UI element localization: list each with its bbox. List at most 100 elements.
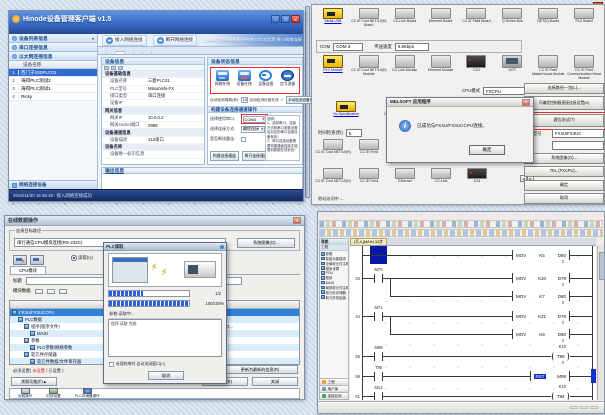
cancel-button[interactable]: 取消: [148, 371, 184, 380]
close-button[interactable]: ✕: [291, 15, 300, 23]
check-time-field[interactable]: 5: [346, 129, 362, 137]
monitor-icon[interactable]: [13, 255, 27, 265]
tel-fxcpu-button[interactable]: TEL (FXCPU)...: [524, 166, 604, 177]
hardware-interface-item[interactable]: C24: [459, 168, 495, 194]
hardware-interface-item[interactable]: CC-Link Board: [387, 8, 423, 38]
system-image-button[interactable]: 系统图像(G)...: [524, 153, 604, 164]
device-list-row[interactable]: 4Ricky: [9, 93, 97, 101]
ladder-symbol-toolbar[interactable]: [319, 229, 603, 237]
dialog-titlebar[interactable]: 在线数据操作 ✕: [5, 216, 304, 226]
hardware-interface-item[interactable]: NET(II) Board: [530, 8, 566, 38]
no-contact-symbol[interactable]: [374, 312, 383, 321]
maximize-button[interactable]: ❐: [281, 15, 290, 23]
hardware-interface-item[interactable]: Ethernet Module: [423, 55, 459, 85]
device-list-row[interactable]: 3海得PLC测试1: [9, 85, 97, 93]
related-function-item[interactable]: PLC存储器操作: [75, 388, 100, 399]
related-function-item[interactable]: 时钟设置: [46, 388, 60, 399]
dialog-titlebar[interactable]: PLC读取: [104, 243, 226, 251]
hardware-interface-item[interactable]: CC IE Field: [351, 168, 387, 194]
hardware-interface-item[interactable]: CC-Link Module: [387, 55, 423, 85]
device-tab[interactable]: [98, 52, 107, 54]
sidebar-section-ethernet[interactable]: 以太网连接信息: [9, 52, 97, 61]
radio-option[interactable]: 读取(U): [71, 255, 93, 261]
hardware-interface-item[interactable]: CC IE Cont NET/10(H) Board: [351, 8, 387, 38]
hardware-interface-item[interactable]: C24: [459, 55, 495, 85]
related-function-item[interactable]: 远程操作: [18, 388, 32, 399]
navigation-pane-button[interactable]: 工程: [320, 378, 348, 385]
cancel-button[interactable]: 取消: [524, 193, 604, 204]
titlebar[interactable]: Hinode设备管理客户端 v1.5 ─ ❐ ✕: [9, 11, 303, 26]
selection-button[interactable]: [47, 289, 55, 294]
plc-icon[interactable]: [30, 255, 44, 265]
no-contact-symbol[interactable]: [374, 274, 383, 283]
hardware-interface-item[interactable]: CC IE Field Master/Local Module: [530, 55, 566, 85]
hardware-interface-item[interactable]: Ethernet: [387, 168, 423, 194]
ladder-editor-canvas[interactable]: MOVK5D80 0 33 M70 MOVK20D79 0 MOVK7D80 0…: [350, 246, 596, 400]
connect-network-button[interactable]: 接入网络连接: [102, 35, 147, 46]
period-value[interactable]: 10: [241, 97, 248, 103]
device-list-row[interactable]: 1西门子200PLC01: [9, 69, 97, 77]
related-functions-button[interactable]: 关联功能(F)▲: [11, 377, 57, 386]
minimize-button[interactable]: ─: [271, 15, 280, 23]
hardware-interface-item[interactable]: PLC Module: [315, 55, 351, 85]
ok-button[interactable]: 确定: [469, 145, 505, 155]
system-image-button[interactable]: 系统图像(G)...: [237, 238, 295, 248]
auto-close-option[interactable]: 处理结束时,自动关闭窗口(C): [109, 361, 165, 367]
close-button[interactable]: 关闭: [252, 377, 298, 386]
navigation-pane-button[interactable]: 用户库: [320, 385, 348, 392]
rst-instruction[interactable]: RSTM99: [530, 371, 570, 381]
timer-coil[interactable]: T90: [551, 351, 570, 361]
project-tree[interactable]: 参数智能功能模块全局软元件注释程序设置POU程序MAIN局部软元件注释软元件存储…: [320, 251, 348, 301]
connection-path-list-button[interactable]: 连接路径一览(L)...: [524, 83, 604, 94]
device-tab[interactable]: [134, 52, 143, 54]
connect-mode-select[interactable]: 编程连接 ▾: [241, 126, 265, 133]
project-tree-item[interactable]: 软元件初始值: [321, 295, 347, 300]
hardware-interface-item[interactable]: Serial USB: [315, 8, 351, 38]
hardware-interface-item[interactable]: CC IE Field: [351, 139, 387, 165]
device-tab[interactable]: [116, 51, 125, 54]
device-tab[interactable]: [143, 52, 152, 54]
com-port-field[interactable]: COM 3: [333, 43, 363, 51]
hardware-interface-item[interactable]: No Specification: [315, 101, 377, 127]
refresh-info-button[interactable]: 更新为最新的信息(R): [222, 365, 298, 374]
hardware-interface-item[interactable]: CC IE Field Communication Head Module: [566, 55, 602, 85]
com-port-select[interactable]: COM3 ▾: [243, 116, 267, 123]
dialog-titlebar[interactable]: MELSOFT 应用程序 ✕: [387, 98, 533, 107]
navigation-pane-button[interactable]: 连接目标: [320, 392, 348, 399]
standard-toolbar[interactable]: [319, 220, 603, 228]
vertical-scrollbar[interactable]: [597, 246, 604, 400]
hardware-interface-item[interactable]: PLC Board: [566, 8, 602, 38]
network-connect-devices-button[interactable]: 网络连接设备: [9, 180, 97, 189]
auto-close-checkbox[interactable]: [109, 362, 114, 367]
timer-coil[interactable]: T94: [551, 391, 570, 400]
disconnect-network-button[interactable]: 断开网络连接: [153, 35, 198, 46]
cpu-module-tab[interactable]: CPU模块: [10, 266, 46, 274]
no-contact-symbol[interactable]: [374, 372, 383, 381]
communication-test-button[interactable]: 通信测试(T): [524, 114, 604, 127]
hardware-interface-item[interactable]: GOT: [494, 55, 530, 85]
hardware-interface-item[interactable]: CC IE Field Board: [459, 8, 495, 38]
hardware-interface-item[interactable]: Ethernet Board: [423, 8, 459, 38]
hardware-interface-item[interactable]: CC-Link: [423, 168, 459, 194]
baud-field[interactable]: 9.6Kbps: [395, 43, 429, 51]
hardware-interface-item[interactable]: CC IE Cont NET/10(H): [315, 139, 351, 165]
selection-button[interactable]: [59, 289, 67, 294]
hardware-interface-item[interactable]: Q Series Bus: [494, 8, 530, 38]
device-tab[interactable]: [125, 52, 134, 54]
hardware-interface-item[interactable]: CC IE Cont NET/10(H) Module: [351, 55, 387, 85]
build-channel-button[interactable]: 构建连接通道: [210, 151, 239, 161]
reconnect-checkbox[interactable]: [241, 137, 246, 142]
sidebar-section-device-list[interactable]: 设备列表信息 ▾: [9, 34, 97, 43]
ok-button[interactable]: 确定: [524, 180, 604, 191]
device-list-row[interactable]: 2海得PLC测试2: [9, 77, 97, 85]
direct-connection-button[interactable]: 可编程控制器直接连接设置(D): [524, 96, 604, 110]
selection-button[interactable]: [35, 289, 43, 294]
close-icon[interactable]: ✕: [522, 99, 530, 106]
no-contact-symbol[interactable]: [374, 352, 383, 361]
close-icon[interactable]: ✕: [293, 217, 301, 224]
device-tab[interactable]: [107, 52, 116, 54]
ladder-document-tab[interactable]: [写入]MAIN 33步: [350, 238, 387, 245]
sidebar-section-serial[interactable]: 串口连接信息: [9, 43, 97, 52]
no-contact-symbol[interactable]: [374, 392, 383, 400]
checkbox-checked-icon[interactable]: ✓: [280, 97, 284, 103]
